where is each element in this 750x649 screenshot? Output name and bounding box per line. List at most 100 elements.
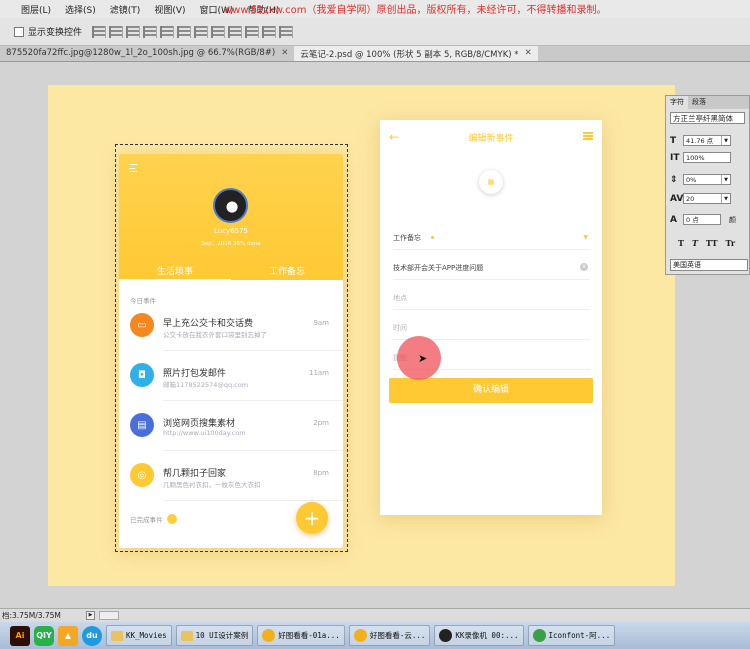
tab-document-1[interactable]: 875520fa72ffc.jpg@1280w_1l_2o_100sh.jpg … bbox=[0, 46, 294, 61]
status-dot bbox=[431, 236, 434, 239]
field-value: 技术部开会关于APP进度问题 bbox=[393, 264, 484, 272]
all-caps-button[interactable]: TT bbox=[706, 238, 718, 248]
folder-icon bbox=[111, 630, 123, 641]
scale-percent-input[interactable]: 0% ▼ bbox=[683, 174, 731, 185]
align-bottom-icon[interactable] bbox=[126, 25, 141, 38]
chevron-down-icon: ▼ bbox=[583, 234, 588, 241]
category-select: 工作备忘 ▼ bbox=[393, 224, 590, 250]
folder-icon bbox=[180, 630, 193, 641]
page-title: 编辑新事件 bbox=[468, 134, 514, 144]
panel-tabs: 字符 段落 bbox=[666, 96, 749, 109]
menu-bar: 图层(L) 选择(S) 滤镜(T) 视图(V) 窗口(W) 帮助(H) www.… bbox=[0, 0, 750, 18]
taskbar-item-kk-recorder[interactable]: KK录像机 00:... bbox=[434, 625, 524, 646]
clear-icon: × bbox=[580, 263, 588, 271]
vertical-scale-input[interactable]: 100% bbox=[683, 152, 731, 163]
list-icon bbox=[583, 132, 593, 140]
style-buttons: T T TT Tr bbox=[678, 238, 735, 248]
tracking-value: 20 bbox=[686, 195, 695, 203]
recorder-icon bbox=[439, 629, 453, 642]
field-placeholder: 时间 bbox=[393, 324, 407, 332]
align-top-icon[interactable] bbox=[92, 25, 107, 38]
browser-icon bbox=[532, 629, 546, 642]
font-size-value: 41.76 点 bbox=[686, 137, 714, 145]
baseline-shift-icon: A bbox=[670, 214, 677, 225]
tab-label: 云笔记-2.psd @ 100% (形状 5 副本 5, RGB/8/CMYK)… bbox=[300, 50, 519, 60]
menu-filter[interactable]: 滤镜(T) bbox=[103, 3, 148, 16]
watermark-text: www.52zxw.com（我爱自学网）原创出品，版权所有，未经许可，不得转播和… bbox=[224, 5, 607, 16]
menu-select[interactable]: 选择(S) bbox=[58, 3, 103, 16]
field-value: 工作备忘 bbox=[393, 234, 421, 242]
taskbar-item-haotu-1[interactable]: 好图看看-01a... bbox=[257, 625, 345, 646]
baseline-shift-row: A 0 点 颜 bbox=[670, 214, 736, 225]
title-field: 技术部开会关于APP进度问题 × bbox=[393, 254, 590, 280]
distribute-middle-icon[interactable] bbox=[211, 25, 226, 38]
distribute-top-icon[interactable] bbox=[194, 25, 209, 38]
document-tabs: 875520fa72ffc.jpg@1280w_1l_2o_100sh.jpg … bbox=[0, 46, 750, 62]
distribute-bottom-icon[interactable] bbox=[228, 25, 243, 38]
menu-layer[interactable]: 图层(L) bbox=[14, 3, 58, 16]
align-middle-icon[interactable] bbox=[109, 25, 124, 38]
tracking-icon: AV bbox=[670, 193, 684, 204]
baseline-shift-input[interactable]: 0 点 bbox=[683, 214, 721, 225]
taskbar-item-iconfont[interactable]: Iconfont-阿... bbox=[527, 625, 616, 646]
chevron-down-icon[interactable]: ▼ bbox=[721, 175, 730, 184]
category-icon: ▦ bbox=[479, 170, 503, 194]
status-bar: 档:3.75M/3.75M ▶ bbox=[0, 608, 750, 622]
faux-bold-button[interactable]: T bbox=[678, 238, 684, 248]
taskbar-item-label: 10 UI设计案例 bbox=[195, 631, 249, 640]
color-label: 颜 bbox=[729, 215, 736, 224]
tab-document-2[interactable]: 云笔记-2.psd @ 100% (形状 5 副本 5, RGB/8/CMYK)… bbox=[294, 46, 538, 61]
horizontal-scrollbar[interactable] bbox=[99, 611, 119, 620]
font-size-input[interactable]: 41.76 点 ▼ bbox=[683, 135, 731, 146]
music-app-icon[interactable]: du bbox=[82, 625, 102, 646]
show-transform-label: 显示变换控件 bbox=[28, 28, 83, 38]
tab-paragraph[interactable]: 段落 bbox=[688, 96, 710, 109]
distribute-left-icon[interactable] bbox=[245, 25, 260, 38]
illustrator-icon[interactable]: Ai bbox=[10, 625, 30, 646]
document-size: 档:3.75M/3.75M bbox=[2, 611, 61, 620]
location-field: 地点 bbox=[393, 284, 590, 310]
chevron-down-icon[interactable]: ▼ bbox=[721, 136, 730, 145]
taskbar-item-haotu-2[interactable]: 好图看看-云... bbox=[348, 625, 431, 646]
confirm-edit-button: 确认编辑 bbox=[389, 378, 593, 403]
taskbar-item-kk-movies[interactable]: KK_Movies bbox=[106, 625, 172, 646]
font-size-icon: T bbox=[670, 135, 677, 146]
tab-label: 875520fa72ffc.jpg@1280w_1l_2o_100sh.jpg … bbox=[6, 48, 276, 58]
align-center-icon[interactable] bbox=[160, 25, 175, 38]
taskbar-item-label: KK_Movies bbox=[126, 631, 167, 640]
mouse-cursor-icon: ➤ bbox=[418, 352, 428, 365]
chevron-down-icon[interactable]: ▼ bbox=[721, 194, 730, 203]
faux-italic-button[interactable]: T bbox=[692, 238, 698, 248]
vertical-scale-row: IT 100% bbox=[670, 152, 731, 163]
tracking-input[interactable]: 20 ▼ bbox=[683, 193, 731, 204]
tab-character[interactable]: 字符 bbox=[666, 96, 688, 109]
browser-icon bbox=[262, 629, 276, 642]
scale-percent-value: 0% bbox=[686, 176, 697, 184]
show-transform-checkbox[interactable] bbox=[14, 26, 24, 37]
taskbar-item-ui-cases[interactable]: 10 UI设计案例 bbox=[175, 625, 254, 646]
app-icon[interactable]: ▲ bbox=[58, 625, 78, 646]
align-right-icon[interactable] bbox=[177, 25, 192, 38]
field-placeholder: 地点 bbox=[393, 294, 407, 302]
menu-view[interactable]: 视图(V) bbox=[147, 3, 192, 16]
close-icon[interactable]: ✕ bbox=[281, 48, 288, 59]
selection-marquee[interactable] bbox=[115, 144, 348, 552]
taskbar-item-label: Iconfont-阿... bbox=[548, 631, 611, 640]
character-panel: 字符 段落 方正兰亭纤黑简体 T 41.76 点 ▼ IT 100% ⇕ 0% … bbox=[665, 95, 750, 275]
options-bar: 显示变换控件 bbox=[0, 18, 750, 46]
play-arrow-icon[interactable]: ▶ bbox=[86, 611, 95, 620]
canvas-workspace[interactable] bbox=[0, 62, 750, 608]
align-left-icon[interactable] bbox=[143, 25, 158, 38]
close-icon[interactable]: ✕ bbox=[525, 48, 532, 59]
distribute-right-icon[interactable] bbox=[279, 25, 294, 38]
font-family-select[interactable]: 方正兰亭纤黑简体 bbox=[670, 112, 745, 124]
vertical-scale-icon: IT bbox=[670, 152, 680, 163]
iqiyi-icon[interactable]: QIY bbox=[34, 625, 54, 646]
scale-percent-row: ⇕ 0% ▼ bbox=[670, 174, 731, 185]
tsume-icon: ⇕ bbox=[670, 174, 678, 185]
taskbar-item-label: 好图看看-01a... bbox=[278, 631, 340, 640]
mockup-edit-event: ← 编辑新事件 ▦ 工作备忘 ▼ 技术部开会关于APP进度问题 × 地点 时间 … bbox=[380, 120, 602, 515]
distribute-center-icon[interactable] bbox=[262, 25, 277, 38]
small-caps-button[interactable]: Tr bbox=[726, 238, 736, 248]
language-select[interactable]: 美国英语 bbox=[670, 259, 748, 271]
